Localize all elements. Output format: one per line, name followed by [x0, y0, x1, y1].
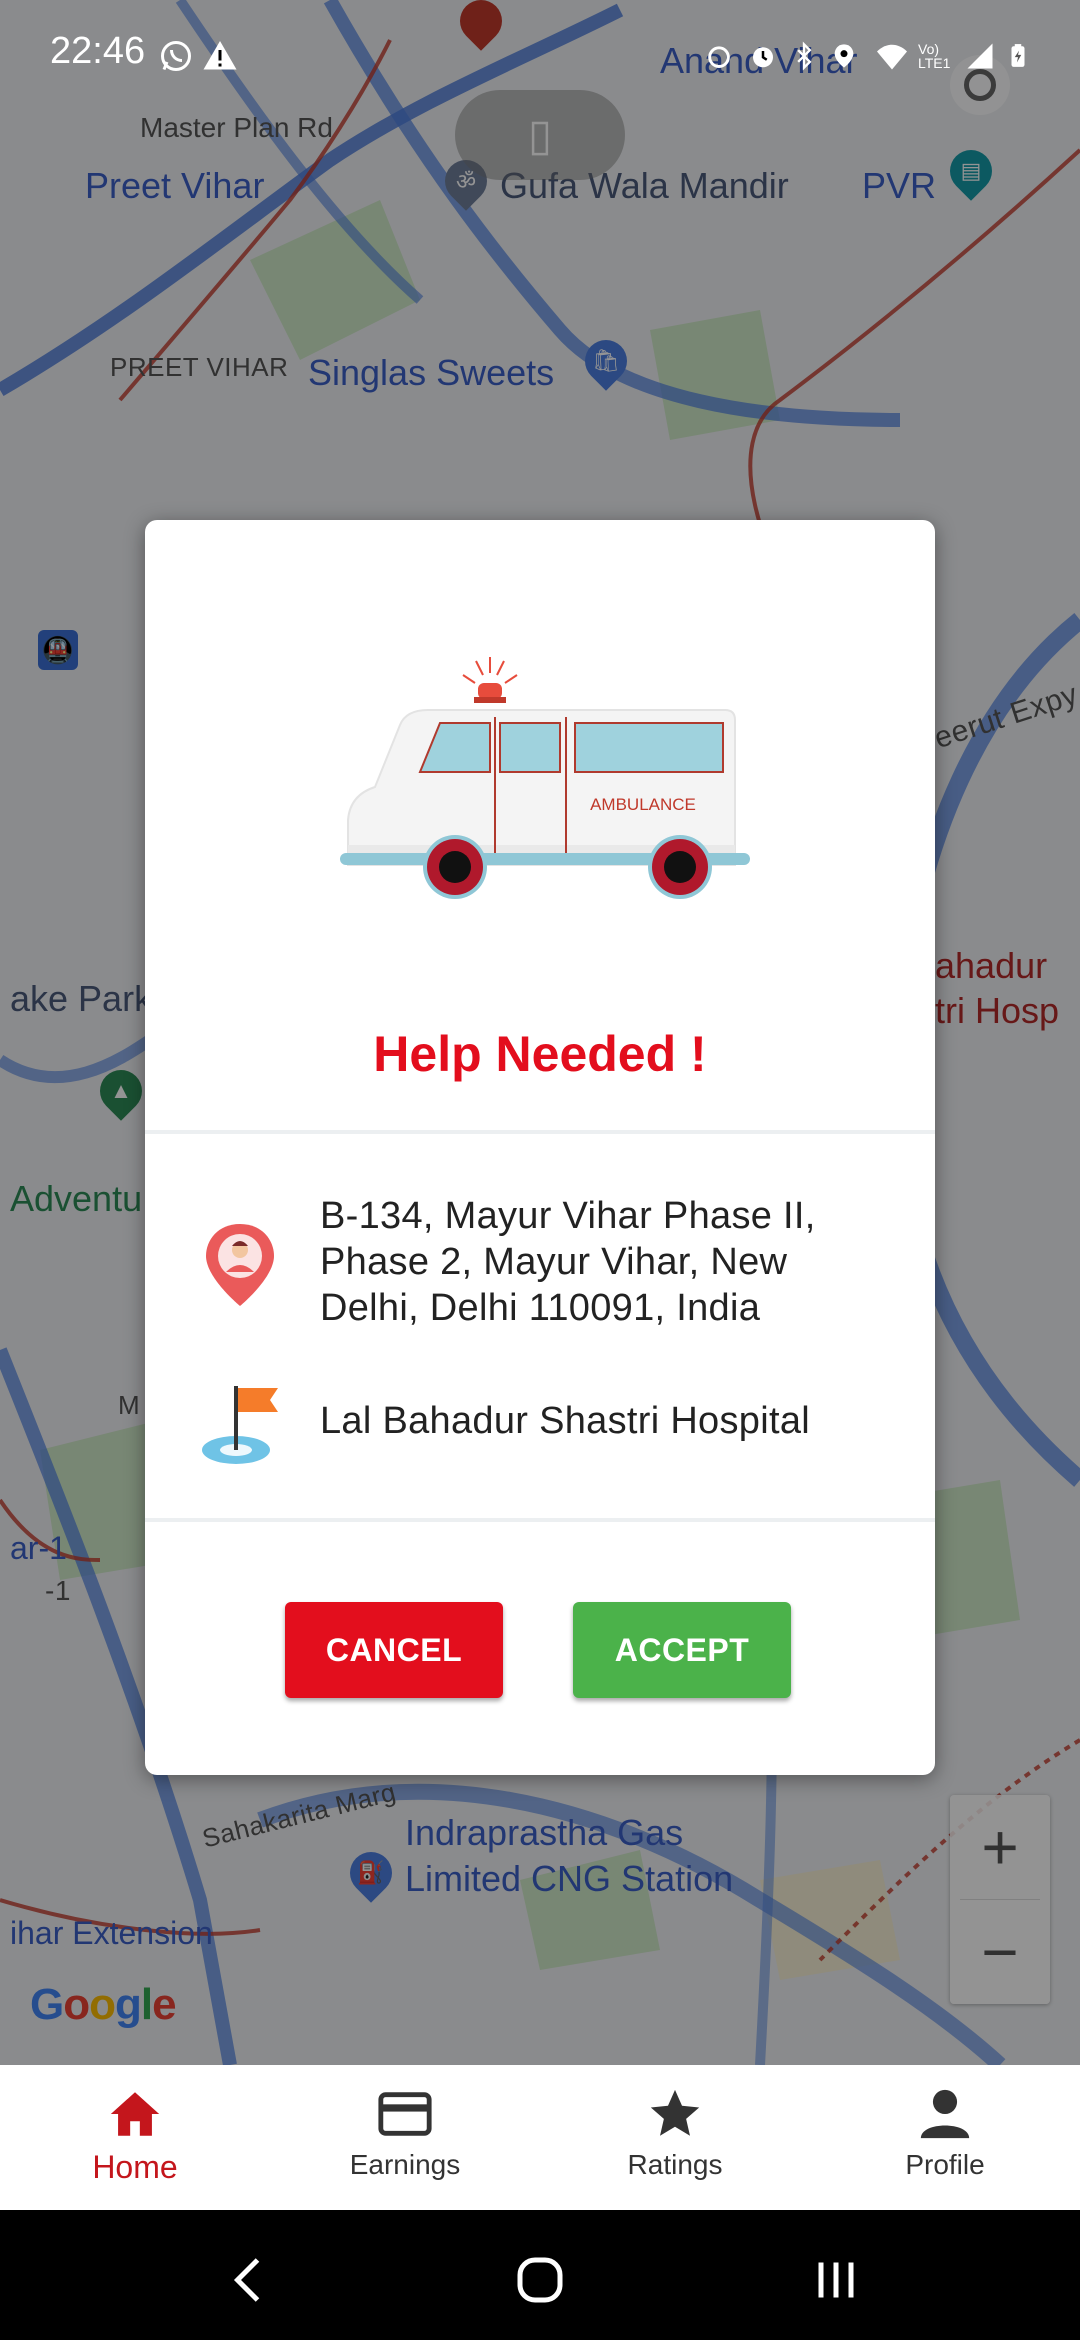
alarm-clock-icon [753, 47, 773, 68]
destination-flag-icon [202, 1386, 278, 1464]
recents-icon[interactable] [806, 2250, 866, 2310]
volte-label: Vo) LTE1 [918, 41, 951, 71]
status-bar: 22:46 Vo) LTE1 [0, 0, 1080, 120]
dialog-title: Help Needed ! [373, 1026, 707, 1082]
cancel-button[interactable]: CANCEL [285, 1602, 503, 1698]
battery-icon [1011, 44, 1025, 67]
home-circle-icon[interactable] [510, 2250, 570, 2310]
nav-item-home[interactable]: Home [0, 2065, 270, 2210]
ambulance-text: AMBULANCE [590, 795, 696, 814]
bottom-navigation: Home Earnings Ratings Profile [0, 2065, 1080, 2210]
ambulance-illustration: AMBULANCE [340, 657, 750, 899]
nav-item-earnings[interactable]: Earnings [270, 2065, 540, 2210]
pickup-address: B-134, Mayur Vihar Phase II, Phase 2, Ma… [320, 1195, 816, 1329]
whatsapp-icon [161, 41, 191, 71]
nav-label: Earnings [349, 2149, 461, 2180]
help-request-dialog: AMBULANCE Help Needed ! B-134, Mayur Vih… [145, 520, 935, 1775]
nav-item-profile[interactable]: Profile [810, 2065, 1080, 2210]
divider [145, 1130, 935, 1134]
nav-item-ratings[interactable]: Ratings [540, 2065, 810, 2210]
person-icon [920, 2089, 970, 2139]
divider [145, 1518, 935, 1522]
nav-label: Profile [905, 2149, 985, 2180]
screen: Master Plan Rd Preet Vihar Gufa Wala Man… [0, 0, 1080, 2340]
system-navigation-bar [0, 2210, 1080, 2340]
warning-icon [203, 41, 237, 70]
alarm-icon [708, 46, 730, 68]
signal-icon [967, 43, 993, 69]
nav-label: Ratings [627, 2149, 723, 2180]
back-icon[interactable] [220, 2250, 280, 2310]
location-icon [834, 44, 854, 68]
card-icon [378, 2092, 432, 2136]
wifi-icon [877, 44, 907, 70]
bluetooth-icon [797, 41, 812, 71]
home-icon [110, 2092, 160, 2136]
nav-label: Home [92, 2149, 178, 2185]
star-icon [650, 2089, 700, 2136]
status-time: 22:46 [50, 30, 146, 72]
accept-button[interactable]: ACCEPT [573, 1602, 791, 1698]
pickup-location-pin-icon [206, 1224, 274, 1306]
destination-name: Lal Bahadur Shastri Hospital [320, 1400, 811, 1442]
